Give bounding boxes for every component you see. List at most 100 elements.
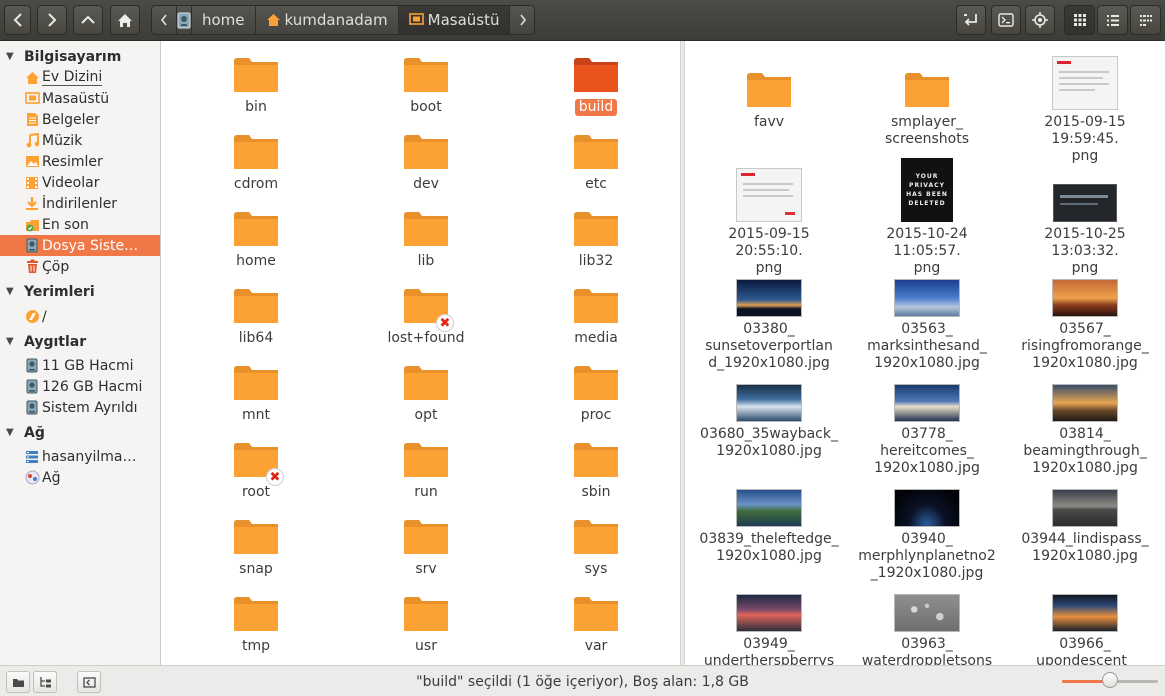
sidebar-item-11gb-hacmi[interactable]: 11 GB Hacmi bbox=[0, 355, 160, 376]
documents-icon bbox=[24, 112, 40, 128]
file-item-wallpaper-03839[interactable]: 03839_theleftedge_ 1920x1080.jpg bbox=[694, 463, 844, 565]
file-item-wallpaper-03567[interactable]: 03567_ risingfromorange_ 1920x1080.jpg bbox=[1010, 253, 1160, 372]
sidebar-section-aygitlar[interactable]: ▼ Aygıtlar bbox=[0, 331, 160, 352]
breadcrumb-forward-arrow[interactable] bbox=[510, 6, 534, 34]
folder-item-lost-found[interactable]: ✖ lost+found bbox=[341, 286, 511, 347]
section-title: Ağ bbox=[24, 424, 45, 441]
folder-icon bbox=[402, 209, 450, 249]
sidebar-item-cop[interactable]: Çöp bbox=[0, 256, 160, 277]
sidebar-section-ag[interactable]: ▼ Ağ bbox=[0, 422, 160, 443]
file-item-wallpaper-03949[interactable]: 03949_ undertherspberrys bbox=[694, 568, 844, 665]
breadcrumb-back-arrow[interactable] bbox=[152, 6, 177, 34]
sidebar-item-hasanyilmaz[interactable]: hasanyilma… bbox=[0, 446, 160, 467]
file-item-wallpaper-03778[interactable]: 03778_ hereitcomes_ 1920x1080.jpg bbox=[852, 358, 1002, 477]
folder-label: boot bbox=[410, 99, 442, 115]
folder-item-opt[interactable]: opt bbox=[341, 363, 511, 424]
folder-item-run[interactable]: run bbox=[341, 440, 511, 501]
image-thumbnail bbox=[1052, 56, 1118, 110]
file-pane-left[interactable]: bin boot build cdrom dev etc home lib li… bbox=[161, 41, 680, 665]
sidebar-item-ag[interactable]: Ağ bbox=[0, 467, 160, 488]
folder-item-bin[interactable]: bin bbox=[171, 55, 341, 116]
sidebar-item-label: En son bbox=[42, 216, 89, 233]
folder-item-cdrom[interactable]: cdrom bbox=[171, 132, 341, 193]
open-parent-button[interactable] bbox=[956, 5, 986, 35]
chevron-left-icon bbox=[13, 13, 22, 27]
folder-item-favv[interactable]: favv bbox=[694, 46, 844, 131]
breadcrumb-kumdanadam-label: kumdanadam bbox=[284, 11, 388, 29]
folder-item-etc[interactable]: etc bbox=[511, 132, 680, 193]
file-item-wallpaper-03963[interactable]: 03963_ waterdroppletsons bbox=[852, 568, 1002, 665]
recent-icon bbox=[24, 217, 40, 233]
breadcrumb-home[interactable]: home bbox=[192, 6, 256, 34]
folder-item-lib[interactable]: lib bbox=[341, 209, 511, 270]
file-item-wallpaper-03940[interactable]: 03940_ merphlynplanetno2 _1920x1080.jpg bbox=[852, 463, 1002, 582]
sidebar-item-videolar[interactable]: Videolar bbox=[0, 172, 160, 193]
folder-label: srv bbox=[415, 561, 437, 577]
breadcrumb-root[interactable] bbox=[177, 6, 192, 34]
zoom-slider-handle[interactable] bbox=[1102, 672, 1118, 688]
sidebar-item-root-bookmark[interactable]: / bbox=[0, 306, 160, 327]
folder-item-dev[interactable]: dev bbox=[341, 132, 511, 193]
sidebar-item-ev-dizini[interactable]: Ev Dizini bbox=[0, 67, 160, 88]
folder-item-snap[interactable]: snap bbox=[171, 517, 341, 578]
folder-label: root bbox=[241, 484, 271, 500]
folder-icon bbox=[232, 594, 280, 634]
breadcrumb: home kumdanadam Masaüstü bbox=[151, 5, 535, 35]
file-pane-right[interactable]: favv smplayer_ screenshots 2015-09-15 19… bbox=[685, 41, 1165, 665]
sidebar-item-masaustu[interactable]: Masaüstü bbox=[0, 88, 160, 109]
sidebar-section-bilgisayarim[interactable]: ▼ Bilgisayarım bbox=[0, 46, 160, 67]
sidebar-item-label: / bbox=[42, 308, 47, 325]
up-button[interactable] bbox=[73, 5, 103, 35]
folder-item-sys[interactable]: sys bbox=[511, 517, 680, 578]
home-button[interactable] bbox=[110, 5, 140, 35]
chevron-left-icon bbox=[160, 14, 167, 26]
sidebar-item-indirilenler[interactable]: İndirilenler bbox=[0, 193, 160, 214]
folder-item-srv[interactable]: srv bbox=[341, 517, 511, 578]
compact-view-button[interactable] bbox=[1130, 5, 1161, 35]
forward-button[interactable] bbox=[37, 5, 67, 35]
sidebar: ▼ Bilgisayarım Ev Dizini Masaüstü Belgele… bbox=[0, 41, 161, 665]
folder-icon bbox=[232, 209, 280, 249]
folder-item-lib32[interactable]: lib32 bbox=[511, 209, 680, 270]
folder-item-build[interactable]: build bbox=[511, 55, 680, 116]
breadcrumb-kumdanadam[interactable]: kumdanadam bbox=[256, 6, 399, 34]
enter-icon bbox=[964, 14, 977, 26]
folder-item-home[interactable]: home bbox=[171, 209, 341, 270]
file-item-wallpaper-03966[interactable]: 03966_ upondescent_ bbox=[1010, 568, 1160, 665]
sidebar-item-en-son[interactable]: En son bbox=[0, 214, 160, 235]
file-item-wallpaper-03814[interactable]: 03814_ beamingthrough_ 1920x1080.jpg bbox=[1010, 358, 1160, 477]
folder-item-media[interactable]: media bbox=[511, 286, 680, 347]
folder-item-boot[interactable]: boot bbox=[341, 55, 511, 116]
sidebar-item-resimler[interactable]: Resimler bbox=[0, 151, 160, 172]
sidebar-item-126gb-hacmi[interactable]: 126 GB Hacmi bbox=[0, 376, 160, 397]
sidebar-item-sistem-ayrildi[interactable]: Sistem Ayrıldı bbox=[0, 397, 160, 418]
list-view-button[interactable] bbox=[1097, 5, 1128, 35]
file-item-wallpaper-03563[interactable]: 03563_ marksinthesand_ 1920x1080.jpg bbox=[852, 253, 1002, 372]
sidebar-section-yerimleri[interactable]: ▼ Yerimleri bbox=[0, 281, 160, 302]
folder-icon bbox=[572, 517, 620, 557]
file-label: smplayer_ screenshots bbox=[884, 114, 970, 147]
file-item-screenshot-1[interactable]: 2015-09-15 19:59:45. png bbox=[1010, 46, 1160, 165]
file-item-wallpaper-03680[interactable]: 03680_35wayback_ 1920x1080.jpg bbox=[694, 358, 844, 460]
folder-item-var[interactable]: var bbox=[511, 594, 680, 655]
folder-item-usr[interactable]: usr bbox=[341, 594, 511, 655]
folder-item-tmp[interactable]: tmp bbox=[171, 594, 341, 655]
file-item-wallpaper-03380[interactable]: 03380_ sunsetoverportlan d_1920x1080.jpg bbox=[694, 253, 844, 372]
location-button[interactable] bbox=[1025, 5, 1055, 35]
sidebar-item-muzik[interactable]: Müzik bbox=[0, 130, 160, 151]
icon-view-button[interactable] bbox=[1064, 5, 1095, 35]
folder-icon bbox=[572, 440, 620, 480]
folder-item-mnt[interactable]: mnt bbox=[171, 363, 341, 424]
folder-item-lib64[interactable]: lib64 bbox=[171, 286, 341, 347]
folder-item-sbin[interactable]: sbin bbox=[511, 440, 680, 501]
terminal-button[interactable] bbox=[991, 5, 1021, 35]
folder-item-smplayer-screenshots[interactable]: smplayer_ screenshots bbox=[852, 46, 1002, 148]
folder-item-root[interactable]: ✖ root bbox=[171, 440, 341, 501]
folder-item-proc[interactable]: proc bbox=[511, 363, 680, 424]
file-item-wallpaper-03944[interactable]: 03944_lindispass_ 1920x1080.jpg bbox=[1010, 463, 1160, 565]
sidebar-item-dosya-sistemi[interactable]: Dosya Siste… bbox=[0, 235, 160, 256]
back-button[interactable] bbox=[4, 5, 31, 35]
breadcrumb-masaustu[interactable]: Masaüstü bbox=[398, 6, 511, 34]
sidebar-item-belgeler[interactable]: Belgeler bbox=[0, 109, 160, 130]
folder-label: home bbox=[236, 253, 276, 269]
